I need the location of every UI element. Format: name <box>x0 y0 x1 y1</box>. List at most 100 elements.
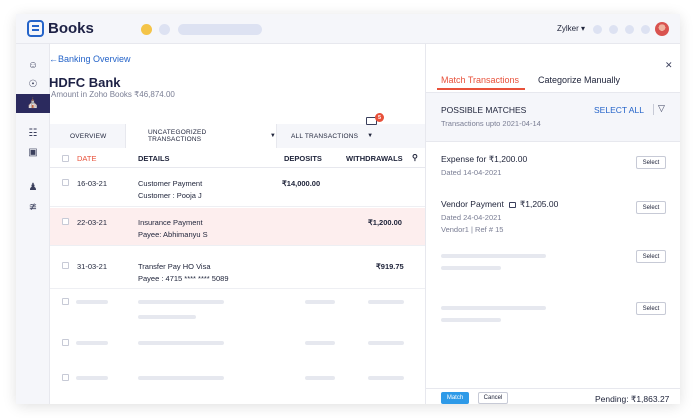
chevron-down-icon: ▼ <box>367 133 374 139</box>
table-row[interactable]: 16-03-21 Customer Payment Customer : Poo… <box>50 169 425 207</box>
select-match-button[interactable]: Select <box>636 201 666 214</box>
col-withdrawals: WITHDRAWALS <box>346 154 403 163</box>
skeleton-bar <box>76 300 108 304</box>
skeleton-bar <box>368 341 404 345</box>
skeleton-bar <box>305 300 335 304</box>
transactions-upto: Transactions upto 2021-04-14 <box>441 119 541 128</box>
match-item-date: Dated 14-04-2021 <box>441 168 502 177</box>
match-button[interactable]: Match <box>441 392 469 404</box>
skeleton-bar <box>305 376 335 380</box>
cancel-button[interactable]: Cancel <box>478 392 508 404</box>
banking-overview-link[interactable]: ←Banking Overview <box>49 54 131 64</box>
row-checkbox[interactable] <box>62 298 69 305</box>
match-item-type: Vendor Payment <box>441 199 504 209</box>
row-checkbox[interactable] <box>62 262 69 269</box>
match-item-amount: ₹1,205.00 <box>519 199 559 209</box>
top-bar: Books Zylker ▾ <box>16 14 680 44</box>
row-checkbox[interactable] <box>62 218 69 225</box>
accountant-icon[interactable]: ♟ <box>16 178 50 197</box>
row-detail: Insurance Payment <box>138 218 203 227</box>
attachment-icon <box>508 201 516 208</box>
sales-cart-icon[interactable]: ☷ <box>16 124 50 143</box>
table-row[interactable]: 22-03-21 Insurance Payment Payee: Abhima… <box>50 208 425 246</box>
skeleton-bar <box>76 341 108 345</box>
tab-overview-label: OVERVIEW <box>70 132 107 140</box>
select-match-button[interactable]: Select <box>636 250 666 263</box>
close-icon[interactable]: ✕ <box>665 60 673 71</box>
tab-match-transactions[interactable]: Match Transactions <box>441 75 519 85</box>
row-date: 31-03-21 <box>77 262 108 271</box>
row-date: 22-03-21 <box>77 218 108 227</box>
topbar-icon[interactable] <box>641 25 650 34</box>
row-checkbox[interactable] <box>62 179 69 186</box>
row-withdrawal: ₹919.75 <box>376 262 404 271</box>
reports-chart-icon[interactable]: ≇ <box>16 198 50 217</box>
skeleton-row <box>50 289 425 315</box>
topbar-icon[interactable] <box>609 25 618 34</box>
pending-amount: Pending: ₹1,863.27 <box>595 394 670 404</box>
col-date[interactable]: DATE <box>77 154 96 163</box>
row-deposit: ₹14,000.00 <box>282 179 321 188</box>
tab-categorize-manually[interactable]: Categorize Manually <box>538 75 620 85</box>
row-checkbox[interactable] <box>62 339 69 346</box>
books-logo-icon <box>27 20 44 37</box>
row-checkbox[interactable] <box>62 374 69 381</box>
transaction-tabs: OVERVIEW UNCATEGORIZED TRANSACTIONS ▼ AL… <box>50 124 425 148</box>
skeleton-bar <box>138 315 196 319</box>
chevron-down-icon: ▼ <box>269 133 276 139</box>
skeleton-row <box>50 315 425 323</box>
purchases-bag-icon[interactable]: ▣ <box>16 143 50 162</box>
search-bar-placeholder[interactable] <box>178 24 262 35</box>
skeleton-bar <box>368 376 404 380</box>
row-detail-sub: Payee : 4715 **** **** 5089 <box>138 274 229 283</box>
topbar-icon[interactable] <box>625 25 634 34</box>
skeleton-bar <box>138 376 224 380</box>
table-header: DATE DETAILS DEPOSITS WITHDRAWALS ⚲ <box>50 150 425 168</box>
active-tab-underline <box>437 88 525 90</box>
skeleton-bar <box>305 341 335 345</box>
select-match-button[interactable]: Select <box>636 302 666 315</box>
skeleton-bar <box>441 318 501 322</box>
match-item-ref: Vendor1 | Ref # 15 <box>441 225 504 234</box>
possible-matches-header <box>426 92 680 142</box>
banking-icon[interactable]: ⛪ <box>16 94 50 113</box>
search-icon[interactable]: ⚲ <box>412 153 418 162</box>
tab-all-transactions[interactable]: ALL TRANSACTIONS ▼ <box>291 124 373 148</box>
row-detail: Customer Payment <box>138 179 203 188</box>
items-basket-icon[interactable]: ☉ <box>16 75 50 94</box>
row-detail: Transfer Pay HO Visa <box>138 262 211 271</box>
select-all-link[interactable]: SELECT ALL <box>594 105 644 115</box>
col-deposits: DEPOSITS <box>284 154 322 163</box>
skeleton-bar <box>441 254 546 258</box>
skeleton-bar <box>138 300 224 304</box>
panel-footer-divider <box>426 388 680 389</box>
zoho-books-amount: Amount in Zoho Books ₹46,874.00 <box>51 90 175 99</box>
select-all-checkbox[interactable] <box>62 155 69 162</box>
row-detail-sub: Customer : Pooja J <box>138 191 202 200</box>
skeleton-bar <box>138 341 224 345</box>
org-switcher[interactable]: Zylker ▾ <box>557 24 585 33</box>
topbar-icon[interactable] <box>593 25 602 34</box>
skeleton-row <box>50 330 425 356</box>
skeleton-bar <box>441 306 546 310</box>
dashboard-icon[interactable]: ☺ <box>16 56 50 75</box>
user-avatar[interactable] <box>655 22 669 36</box>
notification-badge: 5 <box>375 113 384 122</box>
skeleton-bar <box>441 266 501 270</box>
divider <box>653 104 654 115</box>
tab-overview[interactable]: OVERVIEW <box>70 124 107 148</box>
select-match-button[interactable]: Select <box>636 156 666 169</box>
row-date: 16-03-21 <box>77 179 108 188</box>
tab-all-label: ALL TRANSACTIONS <box>291 132 359 140</box>
tab-uncategorized-label: UNCATEGORIZED TRANSACTIONS <box>148 129 207 143</box>
match-item-date: Dated 24-04-2021 <box>441 213 502 222</box>
skeleton-row <box>50 365 425 391</box>
app-logo[interactable]: Books <box>27 20 94 37</box>
table-row[interactable]: 31-03-21 Transfer Pay HO Visa Payee : 47… <box>50 251 425 289</box>
filter-icon[interactable]: ▽ <box>658 103 665 114</box>
row-withdrawal: ₹1,200.00 <box>368 218 402 227</box>
match-item-title: Vendor Payment ₹1,205.00 <box>441 199 558 210</box>
tab-uncategorized[interactable]: UNCATEGORIZED TRANSACTIONS ▼ <box>125 124 277 148</box>
match-item-title: Expense for ₹1,200.00 <box>441 154 528 164</box>
page-title: HDFC Bank <box>49 75 121 90</box>
